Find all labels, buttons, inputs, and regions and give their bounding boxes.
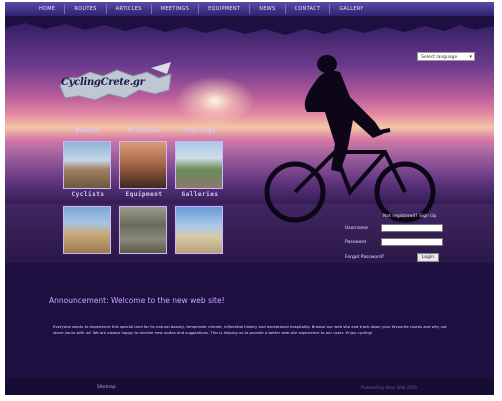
- nav-articles[interactable]: Articles: [107, 4, 152, 14]
- username-input[interactable]: [381, 224, 443, 232]
- label-routes[interactable]: Routes: [63, 127, 113, 134]
- thumb-cyclists[interactable]: [63, 206, 111, 254]
- sunset-glow: [175, 76, 255, 126]
- footer-credit: Powered by Xena Web 2009: [361, 385, 417, 390]
- announcement-body: Everyone wants to experience this specia…: [53, 324, 447, 335]
- footer: [5, 378, 494, 395]
- nav-contact[interactable]: Contact: [286, 4, 331, 14]
- password-input[interactable]: [381, 238, 443, 246]
- nav-gallery[interactable]: Gallery: [330, 4, 372, 14]
- login-button[interactable]: Login: [417, 253, 439, 262]
- cyclist-silhouette: [264, 55, 436, 223]
- register-link[interactable]: Not registered? Sign Up: [383, 214, 436, 219]
- login-form: Not registered? Sign Up Username Passwor…: [341, 214, 481, 263]
- announcement-title: Announcement: Welcome to the new web sit…: [49, 296, 225, 305]
- thumb-galleries[interactable]: [175, 206, 223, 254]
- page-frame: Home Routes Articles Meetings Equipment …: [5, 2, 494, 395]
- thumb-meetings[interactable]: [175, 141, 223, 189]
- label-articles[interactable]: Articles: [119, 127, 169, 134]
- nav-news[interactable]: News: [250, 4, 286, 14]
- torn-edge: [5, 16, 494, 35]
- label-galleries[interactable]: Galleries: [175, 191, 225, 198]
- label-meetings[interactable]: Meetings: [175, 127, 225, 134]
- nav-equipment[interactable]: Equipment: [199, 4, 251, 14]
- password-label: Password: [345, 240, 367, 245]
- nav-home[interactable]: Home: [5, 4, 66, 14]
- nav-meetings[interactable]: Meetings: [152, 4, 200, 14]
- label-cyclists[interactable]: Cyclists: [63, 191, 113, 198]
- logo-text[interactable]: CyclingCrete.gr: [61, 77, 145, 88]
- thumb-routes[interactable]: [63, 141, 111, 189]
- nav-routes[interactable]: Routes: [65, 4, 107, 14]
- language-select[interactable]: Select language: [417, 52, 475, 62]
- thumb-equipment[interactable]: [119, 206, 167, 254]
- username-label: Username: [345, 226, 368, 231]
- sitemap-link[interactable]: Sitemap: [97, 385, 116, 390]
- top-nav: Home Routes Articles Meetings Equipment …: [5, 2, 494, 16]
- hero-banner: CyclingCrete.gr Select language Routes A…: [5, 16, 494, 263]
- label-equipment[interactable]: Equipment: [119, 191, 169, 198]
- forgot-password-link[interactable]: Forgot Password?: [345, 255, 384, 260]
- thumb-articles[interactable]: [119, 141, 167, 189]
